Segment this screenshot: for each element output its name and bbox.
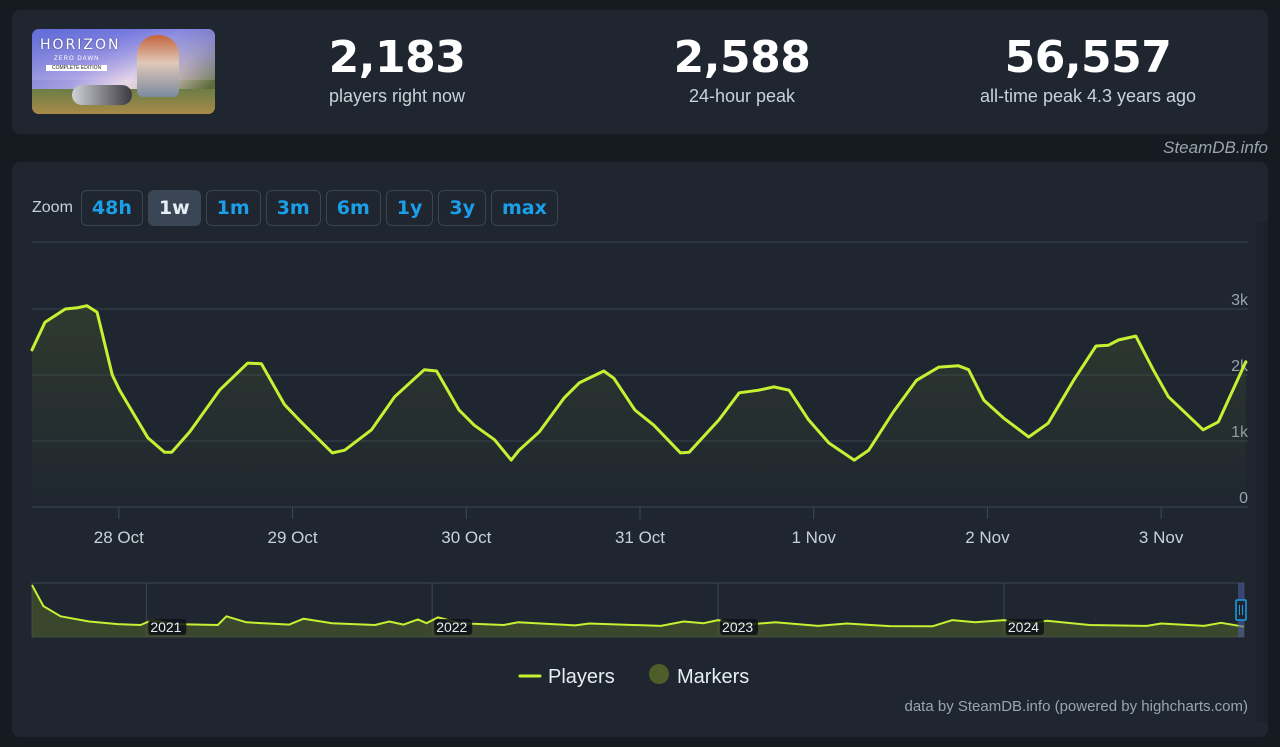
stat-current-label: players right now [328, 86, 466, 106]
stat-current-players: 2,183 players right now [302, 32, 492, 107]
highcharts-credit-link[interactable]: data by SteamDB.info (powered by highcha… [905, 698, 1249, 715]
zoom-button-48h[interactable]: 48h [80, 190, 143, 226]
zoom-range-selector: Zoom 48h 1w 1m 3m 6m 1y 3y max [32, 188, 563, 228]
game-logo-edition: COMPLETE EDITION [46, 65, 108, 71]
stat-all-time-label[interactable]: all-time peak 4.3 years ago [952, 86, 1224, 107]
legend-players-label[interactable]: Players [548, 666, 615, 688]
x-axis-label: 1 Nov [792, 528, 837, 547]
game-logo-subtitle: ZERO DAWN [54, 56, 100, 62]
zoom-button-3y[interactable]: 3y [438, 190, 486, 226]
chart-scroll-gutter [1256, 222, 1268, 722]
game-thumbnail[interactable]: HORIZON ZERO DAWN COMPLETE EDITION [32, 29, 215, 114]
stat-24h-label: 24-hour peak [688, 86, 796, 106]
steamdb-credit-link[interactable]: SteamDB.info [1163, 138, 1268, 158]
navigator-year-label: 2022 [436, 619, 467, 635]
game-logo: HORIZON [40, 37, 121, 53]
x-axis-label: 31 Oct [615, 528, 665, 547]
stat-all-time-peak: 56,557 all-time peak 4.3 years ago [952, 32, 1224, 107]
x-axis-label: 2 Nov [965, 528, 1010, 547]
stat-current-value: 2,183 [328, 32, 466, 83]
zoom-label: Zoom [32, 199, 73, 216]
navigator-year-label: 2021 [150, 619, 181, 635]
zoom-button-1w[interactable]: 1w [147, 190, 201, 226]
stat-24h-peak: 2,588 24-hour peak [642, 32, 842, 107]
legend-markers-swatch [649, 664, 669, 684]
thumbnail-machine [72, 85, 132, 105]
stat-all-time-value: 56,557 [1004, 32, 1172, 83]
zoom-button-1y[interactable]: 1y [385, 190, 434, 226]
players-area-fill [32, 305, 1246, 507]
chart-card: 01k2k3k28 Oct29 Oct30 Oct31 Oct1 Nov2 No… [12, 162, 1268, 737]
zoom-button-6m[interactable]: 6m [325, 190, 381, 226]
player-chart[interactable]: 01k2k3k28 Oct29 Oct30 Oct31 Oct1 Nov2 No… [12, 162, 1268, 737]
x-axis-label: 30 Oct [441, 528, 491, 547]
zoom-button-3m[interactable]: 3m [265, 190, 321, 226]
x-axis-label: 3 Nov [1139, 528, 1184, 547]
y-axis-label: 3k [1231, 292, 1249, 309]
stats-card: HORIZON ZERO DAWN COMPLETE EDITION 2,183… [12, 10, 1268, 134]
x-axis-label: 28 Oct [94, 528, 144, 547]
x-axis-label: 29 Oct [268, 528, 318, 547]
legend-markers-label[interactable]: Markers [677, 666, 749, 688]
stat-24h-value: 2,588 [673, 32, 811, 83]
navigator-year-label: 2023 [722, 619, 753, 635]
zoom-button-max[interactable]: max [490, 190, 558, 226]
zoom-button-1m[interactable]: 1m [205, 190, 261, 226]
navigator-year-label: 2024 [1008, 619, 1039, 635]
navigator-handle[interactable] [1235, 599, 1247, 621]
thumbnail-hero [137, 35, 179, 97]
